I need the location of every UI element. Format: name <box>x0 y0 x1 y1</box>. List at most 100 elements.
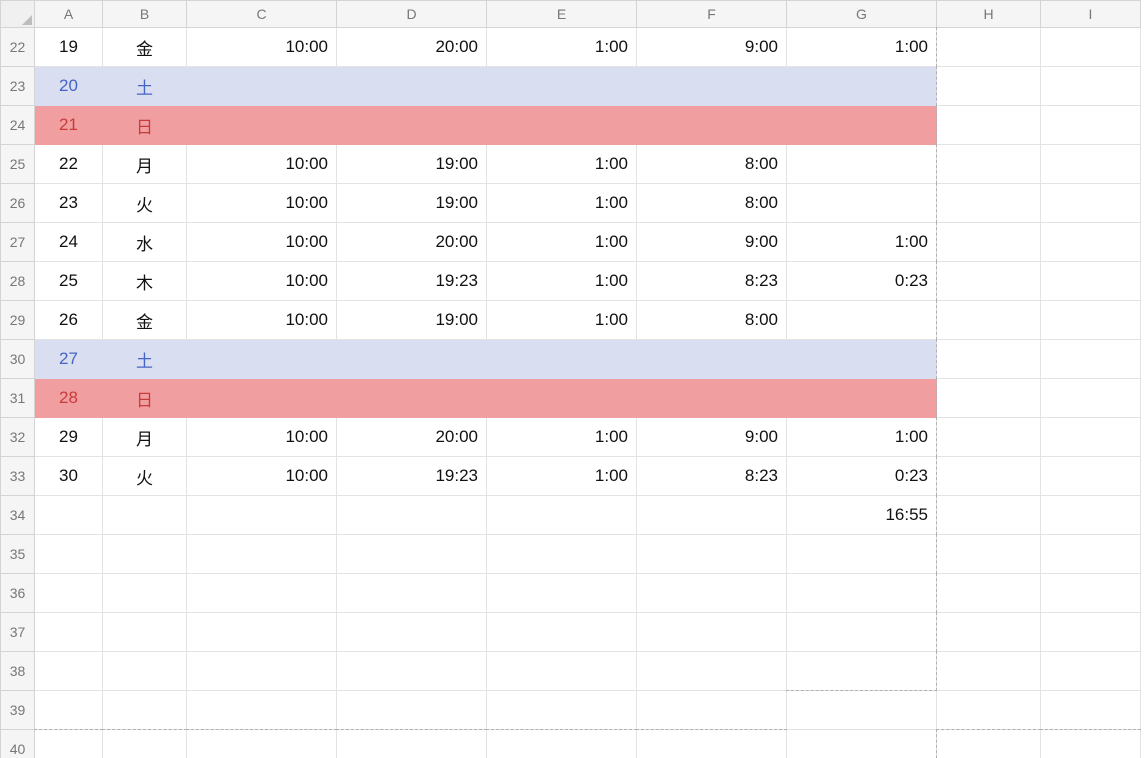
cell-C33[interactable]: 10:00 <box>187 457 337 496</box>
cell-I22[interactable] <box>1041 28 1141 67</box>
cell-G34[interactable]: 16:55 <box>787 496 937 535</box>
cell-C32[interactable]: 10:00 <box>187 418 337 457</box>
cell-A31[interactable]: 28 <box>35 379 103 418</box>
cell-G24[interactable] <box>787 106 937 145</box>
cell-D40[interactable] <box>337 730 487 758</box>
cell-A24[interactable]: 21 <box>35 106 103 145</box>
cell-C26[interactable]: 10:00 <box>187 184 337 223</box>
cell-C30[interactable] <box>187 340 337 379</box>
cell-C23[interactable] <box>187 67 337 106</box>
cell-D22[interactable]: 20:00 <box>337 28 487 67</box>
cell-H28[interactable] <box>937 262 1041 301</box>
cell-I40[interactable] <box>1041 730 1141 758</box>
cell-E25[interactable]: 1:00 <box>487 145 637 184</box>
cell-A33[interactable]: 30 <box>35 457 103 496</box>
cell-E36[interactable] <box>487 574 637 613</box>
cell-C28[interactable]: 10:00 <box>187 262 337 301</box>
row-header[interactable]: 35 <box>1 535 35 574</box>
cell-B27[interactable]: 水 <box>103 223 187 262</box>
cell-D33[interactable]: 19:23 <box>337 457 487 496</box>
cell-C31[interactable] <box>187 379 337 418</box>
cell-A27[interactable]: 24 <box>35 223 103 262</box>
cell-B31[interactable]: 日 <box>103 379 187 418</box>
cell-D26[interactable]: 19:00 <box>337 184 487 223</box>
cell-I36[interactable] <box>1041 574 1141 613</box>
cell-B40[interactable] <box>103 730 187 758</box>
cell-D24[interactable] <box>337 106 487 145</box>
cell-E27[interactable]: 1:00 <box>487 223 637 262</box>
cell-C34[interactable] <box>187 496 337 535</box>
cell-D23[interactable] <box>337 67 487 106</box>
cell-D30[interactable] <box>337 340 487 379</box>
cell-E38[interactable] <box>487 652 637 691</box>
cell-A37[interactable] <box>35 613 103 652</box>
cell-D36[interactable] <box>337 574 487 613</box>
cell-A25[interactable]: 22 <box>35 145 103 184</box>
cell-B24[interactable]: 日 <box>103 106 187 145</box>
cell-G33[interactable]: 0:23 <box>787 457 937 496</box>
cell-D28[interactable]: 19:23 <box>337 262 487 301</box>
cell-I25[interactable] <box>1041 145 1141 184</box>
cell-D39[interactable] <box>337 691 487 730</box>
cell-B39[interactable] <box>103 691 187 730</box>
cell-B37[interactable] <box>103 613 187 652</box>
cell-G30[interactable] <box>787 340 937 379</box>
row-header[interactable]: 40 <box>1 730 35 758</box>
row-header[interactable]: 29 <box>1 301 35 340</box>
cell-B28[interactable]: 木 <box>103 262 187 301</box>
cell-F22[interactable]: 9:00 <box>637 28 787 67</box>
cell-B26[interactable]: 火 <box>103 184 187 223</box>
select-all-corner[interactable] <box>1 1 35 28</box>
cell-G39[interactable] <box>787 691 937 730</box>
cell-G40[interactable] <box>787 730 937 758</box>
cell-A30[interactable]: 27 <box>35 340 103 379</box>
cell-H27[interactable] <box>937 223 1041 262</box>
cell-F30[interactable] <box>637 340 787 379</box>
cell-F31[interactable] <box>637 379 787 418</box>
col-header-H[interactable]: H <box>937 1 1041 28</box>
row-header[interactable]: 30 <box>1 340 35 379</box>
cell-E34[interactable] <box>487 496 637 535</box>
cell-F29[interactable]: 8:00 <box>637 301 787 340</box>
cell-A28[interactable]: 25 <box>35 262 103 301</box>
cell-C38[interactable] <box>187 652 337 691</box>
cell-A38[interactable] <box>35 652 103 691</box>
cell-F23[interactable] <box>637 67 787 106</box>
cell-F24[interactable] <box>637 106 787 145</box>
cell-C24[interactable] <box>187 106 337 145</box>
cell-G36[interactable] <box>787 574 937 613</box>
cell-C29[interactable]: 10:00 <box>187 301 337 340</box>
cell-G31[interactable] <box>787 379 937 418</box>
cell-B23[interactable]: 土 <box>103 67 187 106</box>
row-header[interactable]: 37 <box>1 613 35 652</box>
cell-B38[interactable] <box>103 652 187 691</box>
cell-F40[interactable] <box>637 730 787 758</box>
cell-A23[interactable]: 20 <box>35 67 103 106</box>
cell-F32[interactable]: 9:00 <box>637 418 787 457</box>
cell-H24[interactable] <box>937 106 1041 145</box>
cell-E39[interactable] <box>487 691 637 730</box>
cell-G29[interactable] <box>787 301 937 340</box>
cell-E32[interactable]: 1:00 <box>487 418 637 457</box>
cell-H26[interactable] <box>937 184 1041 223</box>
cell-I24[interactable] <box>1041 106 1141 145</box>
col-header-F[interactable]: F <box>637 1 787 28</box>
cell-D34[interactable] <box>337 496 487 535</box>
cell-C36[interactable] <box>187 574 337 613</box>
cell-I23[interactable] <box>1041 67 1141 106</box>
cell-H38[interactable] <box>937 652 1041 691</box>
cell-E30[interactable] <box>487 340 637 379</box>
cell-C39[interactable] <box>187 691 337 730</box>
cell-D35[interactable] <box>337 535 487 574</box>
cell-C27[interactable]: 10:00 <box>187 223 337 262</box>
cell-B25[interactable]: 月 <box>103 145 187 184</box>
cell-H40[interactable] <box>937 730 1041 758</box>
cell-G37[interactable] <box>787 613 937 652</box>
cell-F28[interactable]: 8:23 <box>637 262 787 301</box>
cell-G32[interactable]: 1:00 <box>787 418 937 457</box>
cell-H37[interactable] <box>937 613 1041 652</box>
cell-H36[interactable] <box>937 574 1041 613</box>
cell-D32[interactable]: 20:00 <box>337 418 487 457</box>
cell-B22[interactable]: 金 <box>103 28 187 67</box>
cell-F39[interactable] <box>637 691 787 730</box>
